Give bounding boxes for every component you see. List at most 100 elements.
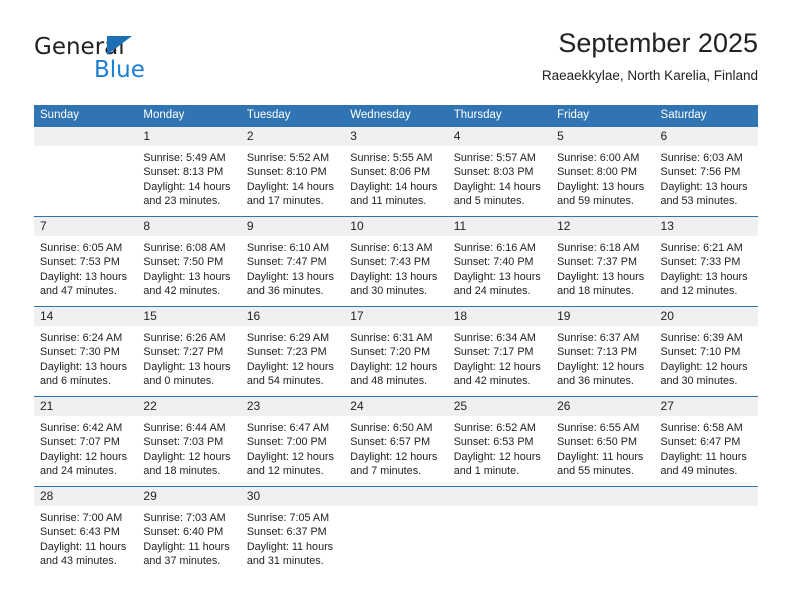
- day-info-line: Daylight: 11 hours: [143, 540, 230, 553]
- calendar-day-cell[interactable]: 21 Sunrise: 6:42 AM Sunset: 7:07 PM Dayligh…: [34, 397, 138, 486]
- calendar-day-cell[interactable]: 1 Sunrise: 5:49 AM Sunset: 8:13 PM Daylight…: [137, 127, 241, 216]
- calendar-day-cell[interactable]: 29 Sunrise: 7:03 AM Sunset: 6:40 PM Dayligh…: [137, 487, 241, 576]
- day-info-line: Daylight: 13 hours: [350, 270, 438, 283]
- calendar-day-cell[interactable]: 27 Sunrise: 6:58 AM Sunset: 6:47 PM Dayligh…: [654, 397, 758, 486]
- calendar-day-cell[interactable]: 5 Sunrise: 6:00 AM Sunset: 8:00 PM Daylight…: [551, 127, 655, 216]
- day-info-line: and 59 minutes.: [557, 195, 634, 208]
- day-info-line: and 24 minutes.: [453, 285, 531, 298]
- day-info-line: Sunset: 7:27 PM: [143, 346, 224, 359]
- calendar-day-cell[interactable]: 4 Sunrise: 5:57 AM Sunset: 8:03 PM Daylight…: [447, 127, 552, 216]
- calendar-day-cell[interactable]: 26 Sunrise: 6:55 AM Sunset: 6:50 PM Dayligh…: [551, 397, 655, 486]
- day-sun-info: Sunrise: 6:29 AM Sunset: 7:23 PM Daylight:…: [241, 326, 344, 389]
- calendar-day-cell[interactable]: 25 Sunrise: 6:52 AM Sunset: 6:53 PM Dayligh…: [447, 397, 552, 486]
- day-info-line: Daylight: 12 hours: [143, 450, 231, 463]
- calendar-day-cell[interactable]: 12 Sunrise: 6:18 AM Sunset: 7:37 PM Dayligh…: [551, 217, 655, 306]
- calendar-day-cell[interactable]: 8 Sunrise: 6:08 AM Sunset: 7:50 PM Daylight…: [137, 217, 241, 306]
- calendar-day-cell[interactable]: 17 Sunrise: 6:31 AM Sunset: 7:20 PM Dayligh…: [344, 307, 448, 396]
- calendar-day-cell[interactable]: 30 Sunrise: 7:05 AM Sunset: 6:37 PM Dayligh…: [240, 487, 345, 576]
- calendar-day-cell[interactable]: 3 Sunrise: 5:55 AM Sunset: 8:06 PM Daylight…: [344, 127, 448, 216]
- calendar-day-cell[interactable]: 18 Sunrise: 6:34 AM Sunset: 7:17 PM Dayligh…: [447, 307, 552, 396]
- day-info-line: Sunrise: 6:24 AM: [40, 332, 123, 344]
- day-info-line: and 0 minutes.: [143, 375, 215, 388]
- day-info-line: Daylight: 13 hours: [660, 270, 748, 283]
- day-info-line: Sunrise: 6:18 AM: [557, 242, 640, 254]
- day-info-line: Sunset: 6:43 PM: [40, 526, 120, 539]
- day-info-line: Daylight: 12 hours: [350, 360, 438, 373]
- day-number: [654, 487, 758, 506]
- calendar-day-cell[interactable]: 16 Sunrise: 6:29 AM Sunset: 7:23 PM Dayligh…: [240, 307, 345, 396]
- calendar-day-cell[interactable]: 6 Sunrise: 6:03 AM Sunset: 7:56 PM Daylight…: [654, 127, 758, 216]
- day-info-line: Sunrise: 6:34 AM: [453, 332, 536, 344]
- weekday-header-friday: Friday: [551, 105, 655, 127]
- day-number: 10: [344, 217, 448, 236]
- calendar-day-cell-empty: [654, 487, 758, 576]
- calendar-body: 1 Sunrise: 5:49 AM Sunset: 8:13 PM Daylight…: [34, 127, 758, 576]
- calendar-day-cell[interactable]: 7 Sunrise: 6:05 AM Sunset: 7:53 PM Daylight…: [34, 217, 138, 306]
- day-info-line: Sunset: 7:50 PM: [143, 256, 224, 269]
- day-info-line: and 5 minutes.: [453, 195, 525, 208]
- day-info-line: Sunrise: 6:10 AM: [246, 242, 330, 254]
- day-info-line: Sunrise: 5:55 AM: [350, 152, 433, 164]
- day-info-line: Sunset: 7:23 PM: [246, 346, 327, 359]
- day-number: [551, 487, 655, 506]
- general-blue-logo[interactable]: General Blue: [34, 34, 204, 86]
- day-info-line: and 7 minutes.: [350, 465, 422, 478]
- day-info-line: and 11 minutes.: [350, 195, 427, 208]
- day-sun-info: Sunrise: 6:47 AM Sunset: 7:00 PM Daylight:…: [241, 416, 344, 479]
- day-info-line: Sunrise: 6:08 AM: [143, 242, 226, 254]
- day-info-line: Sunset: 7:33 PM: [660, 256, 741, 269]
- day-sun-info: Sunrise: 6:13 AM Sunset: 7:43 PM Daylight:…: [344, 236, 447, 299]
- day-info-line: Sunset: 8:00 PM: [557, 166, 637, 179]
- calendar-day-cell[interactable]: 13 Sunrise: 6:21 AM Sunset: 7:33 PM Dayligh…: [654, 217, 758, 306]
- calendar-day-cell[interactable]: 15 Sunrise: 6:26 AM Sunset: 7:27 PM Dayligh…: [137, 307, 241, 396]
- day-info-line: and 30 minutes.: [350, 285, 428, 298]
- day-info-line: Sunrise: 6:03 AM: [660, 152, 743, 164]
- day-info-line: Sunset: 7:07 PM: [40, 436, 120, 449]
- calendar-day-cell[interactable]: 22 Sunrise: 6:44 AM Sunset: 7:03 PM Dayligh…: [137, 397, 241, 486]
- weekday-header-tuesday: Tuesday: [240, 105, 345, 127]
- day-info-line: Sunrise: 6:29 AM: [246, 332, 330, 344]
- weekday-header-thursday: Thursday: [447, 105, 552, 127]
- day-info-line: Daylight: 11 hours: [246, 540, 334, 553]
- calendar-day-cell[interactable]: 2 Sunrise: 5:52 AM Sunset: 8:10 PM Daylight…: [240, 127, 345, 216]
- day-info-line: Sunset: 7:03 PM: [143, 436, 224, 449]
- day-info-line: and 12 minutes.: [660, 285, 738, 298]
- day-number: 9: [240, 217, 345, 236]
- day-info-line: and 43 minutes.: [40, 555, 117, 568]
- calendar-day-cell[interactable]: 10 Sunrise: 6:13 AM Sunset: 7:43 PM Dayligh…: [344, 217, 448, 306]
- day-info-line: Sunset: 6:57 PM: [350, 436, 431, 449]
- calendar-day-cell[interactable]: 28 Sunrise: 7:00 AM Sunset: 6:43 PM Dayligh…: [34, 487, 138, 576]
- day-info-line: Sunset: 6:37 PM: [246, 526, 327, 539]
- calendar-day-cell[interactable]: 19 Sunrise: 6:37 AM Sunset: 7:13 PM Dayligh…: [551, 307, 655, 396]
- day-info-line: Sunset: 8:13 PM: [143, 166, 224, 179]
- calendar-day-cell[interactable]: 14 Sunrise: 6:24 AM Sunset: 7:30 PM Dayligh…: [34, 307, 138, 396]
- day-number: 4: [447, 127, 552, 146]
- logo-triangle-icon: [107, 36, 132, 55]
- day-number: 19: [551, 307, 655, 326]
- day-info-line: Sunset: 8:03 PM: [453, 166, 534, 179]
- calendar-header-row: Sunday Monday Tuesday Wednesday Thursday Frid…: [34, 105, 758, 127]
- day-number: 30: [240, 487, 345, 506]
- day-sun-info: Sunrise: 7:05 AM Sunset: 6:37 PM Daylight:…: [241, 506, 344, 569]
- calendar-day-cell[interactable]: 20 Sunrise: 6:39 AM Sunset: 7:10 PM Dayligh…: [654, 307, 758, 396]
- day-info-line: Daylight: 11 hours: [557, 450, 644, 463]
- calendar-day-cell[interactable]: 23 Sunrise: 6:47 AM Sunset: 7:00 PM Dayligh…: [240, 397, 345, 486]
- day-info-line: Sunset: 7:37 PM: [557, 256, 637, 269]
- day-info-line: and 30 minutes.: [660, 375, 738, 388]
- calendar-day-cell[interactable]: 24 Sunrise: 6:50 AM Sunset: 6:57 PM Dayligh…: [344, 397, 448, 486]
- page-header: General Blue September 2025 Raeaekkylae,…: [34, 26, 758, 100]
- day-info-line: Daylight: 14 hours: [246, 180, 334, 193]
- day-info-line: Sunset: 6:53 PM: [453, 436, 534, 449]
- calendar-day-cell[interactable]: 9 Sunrise: 6:10 AM Sunset: 7:47 PM Daylight…: [240, 217, 345, 306]
- day-sun-info: Sunrise: 6:00 AM Sunset: 8:00 PM Daylight:…: [551, 146, 654, 209]
- day-info-line: Daylight: 13 hours: [40, 270, 128, 283]
- calendar-day-cell[interactable]: 11 Sunrise: 6:16 AM Sunset: 7:40 PM Dayligh…: [447, 217, 552, 306]
- weekday-header-wednesday: Wednesday: [344, 105, 448, 127]
- day-info-line: Sunrise: 6:58 AM: [660, 422, 743, 434]
- day-number: 29: [137, 487, 241, 506]
- day-sun-info: Sunrise: 6:37 AM Sunset: 7:13 PM Daylight:…: [551, 326, 654, 389]
- day-info-line: and 31 minutes.: [246, 555, 324, 568]
- day-info-line: Sunrise: 5:49 AM: [143, 152, 226, 164]
- day-info-line: Sunset: 8:06 PM: [350, 166, 431, 179]
- calendar-day-cell-empty: [344, 487, 448, 576]
